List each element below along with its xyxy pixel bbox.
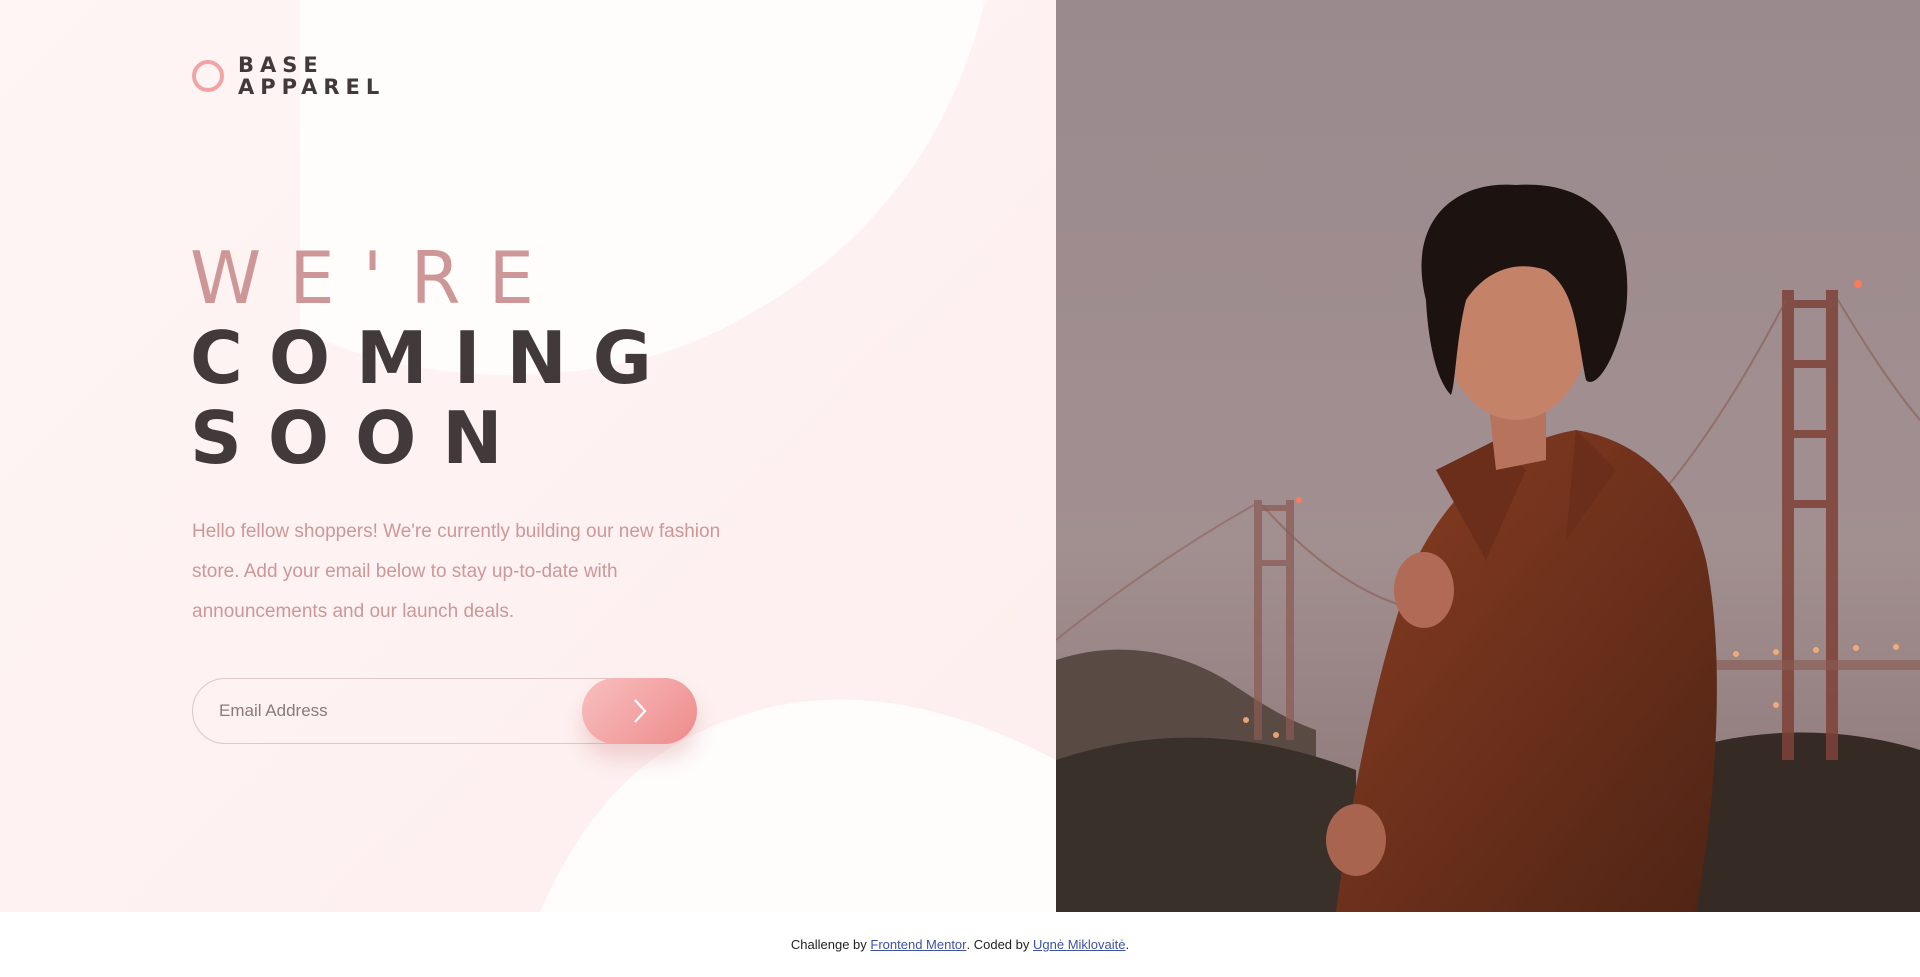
logo-line-1: BASE xyxy=(238,53,324,77)
footer-prefix: Challenge by xyxy=(790,937,867,952)
logo-circle-icon xyxy=(192,60,224,92)
hero-photo xyxy=(1056,0,1920,912)
headline-dark-2: SOON xyxy=(190,396,529,480)
chevron-right-icon xyxy=(633,699,646,723)
hero-headline: WE'RE COMING SOON xyxy=(190,238,678,478)
email-signup-form xyxy=(192,678,697,744)
submit-button[interactable] xyxy=(582,678,697,744)
attribution-footer: Challenge by Frontend Mentor. Coded by U… xyxy=(0,912,1920,977)
footer-suffix: . xyxy=(1125,937,1130,952)
headline-light: WE'RE xyxy=(190,236,562,320)
author-link[interactable]: Ugnė Miklovaitė xyxy=(1033,937,1126,952)
brand-logo[interactable]: BASE APPAREL xyxy=(192,54,385,98)
hero-photo-illustration xyxy=(1056,0,1920,912)
footer-middle: . Coded by xyxy=(966,937,1030,952)
hero-content-panel: BASE APPAREL WE'RE COMING SOON Hello fel… xyxy=(0,0,1056,912)
frontend-mentor-link[interactable]: Frontend Mentor xyxy=(870,937,966,952)
hero-description: Hello fellow shoppers! We're currently b… xyxy=(192,521,721,622)
logo-wordmark: BASE APPAREL xyxy=(238,54,385,98)
main-layout: BASE APPAREL WE'RE COMING SOON Hello fel… xyxy=(0,0,1920,912)
logo-line-2: APPAREL xyxy=(238,75,386,99)
headline-dark-1: COMING xyxy=(190,316,678,400)
